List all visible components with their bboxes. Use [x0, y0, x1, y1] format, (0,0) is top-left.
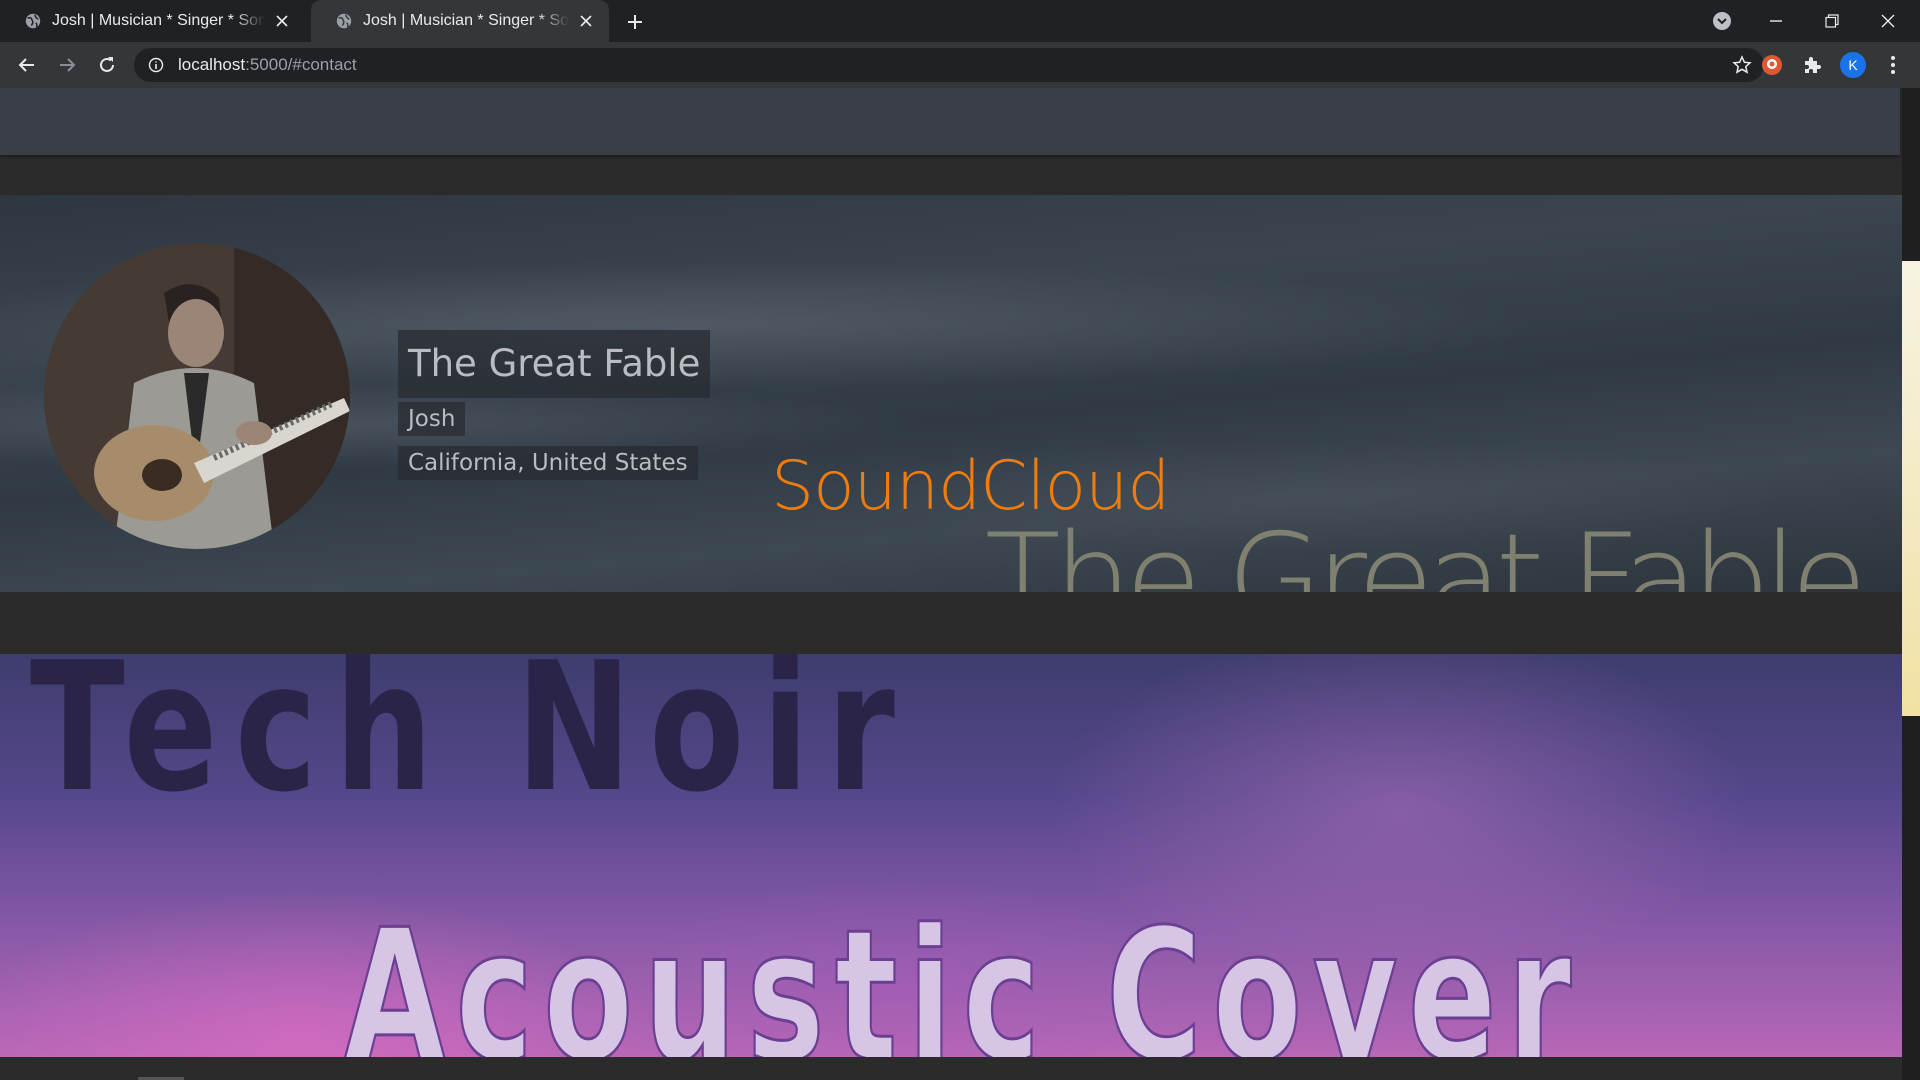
scrollbar-thumb[interactable]	[1902, 261, 1920, 716]
close-window-icon[interactable]	[1860, 0, 1916, 42]
minimize-icon[interactable]	[1748, 0, 1804, 42]
puzzle-icon[interactable]	[1800, 53, 1824, 77]
cover-title-bottom: Acoustic Cover	[343, 889, 1582, 1058]
artist-photo	[44, 243, 350, 549]
band-name: The Great Fable	[398, 330, 711, 398]
profile-banner: The Great Fable Josh California, United …	[0, 195, 1902, 592]
page-bottom-strip	[0, 1058, 1902, 1080]
url-host: localhost	[178, 55, 246, 74]
banner-logo-text: The Great Fable	[984, 508, 1867, 592]
page-viewport: The Great Fable Josh California, United …	[0, 88, 1920, 1080]
extension-icon[interactable]	[1760, 53, 1784, 77]
browser-tab[interactable]: Josh | Musician * Singer * Songwriter	[0, 0, 305, 42]
tab-strip: Josh | Musician * Singer * Songwriter Jo…	[0, 0, 1920, 42]
restore-icon[interactable]	[1804, 0, 1860, 42]
cover-title-top: Tech Noir	[30, 654, 912, 831]
info-icon[interactable]	[148, 57, 164, 73]
forward-arrow-icon[interactable]	[52, 50, 82, 80]
chevron-down-icon[interactable]	[1694, 0, 1750, 42]
url-text: localhost:5000/#contact	[178, 48, 357, 82]
browser-tab-active[interactable]: Josh | Musician * Singer * Songwriter	[311, 0, 609, 42]
close-icon[interactable]	[273, 12, 291, 30]
browser-toolbar: localhost:5000/#contact	[0, 42, 1920, 88]
url-path: :5000/#contact	[245, 55, 357, 74]
tab-title: Josh | Musician * Singer * Songwriter	[363, 12, 569, 29]
globe-icon	[336, 13, 352, 29]
cover-art[interactable]: Tech Noir Acoustic Cover	[0, 654, 1902, 1057]
tab-title: Josh | Musician * Singer * Songwriter	[52, 12, 265, 29]
plus-icon[interactable]	[622, 9, 648, 35]
reload-icon[interactable]	[92, 50, 122, 80]
address-bar[interactable]: localhost:5000/#contact	[134, 48, 1764, 82]
back-arrow-icon[interactable]	[12, 50, 42, 80]
artist-name: Josh	[398, 402, 466, 436]
site-navbar	[0, 88, 1900, 155]
globe-icon	[25, 13, 41, 29]
avatar[interactable]: K	[1840, 52, 1866, 78]
guitar-player-image	[44, 243, 350, 549]
more-vert-icon[interactable]	[1882, 53, 1904, 77]
close-icon[interactable]	[577, 12, 595, 30]
artist-location: California, United States	[398, 446, 698, 480]
star-icon[interactable]	[1732, 55, 1752, 75]
